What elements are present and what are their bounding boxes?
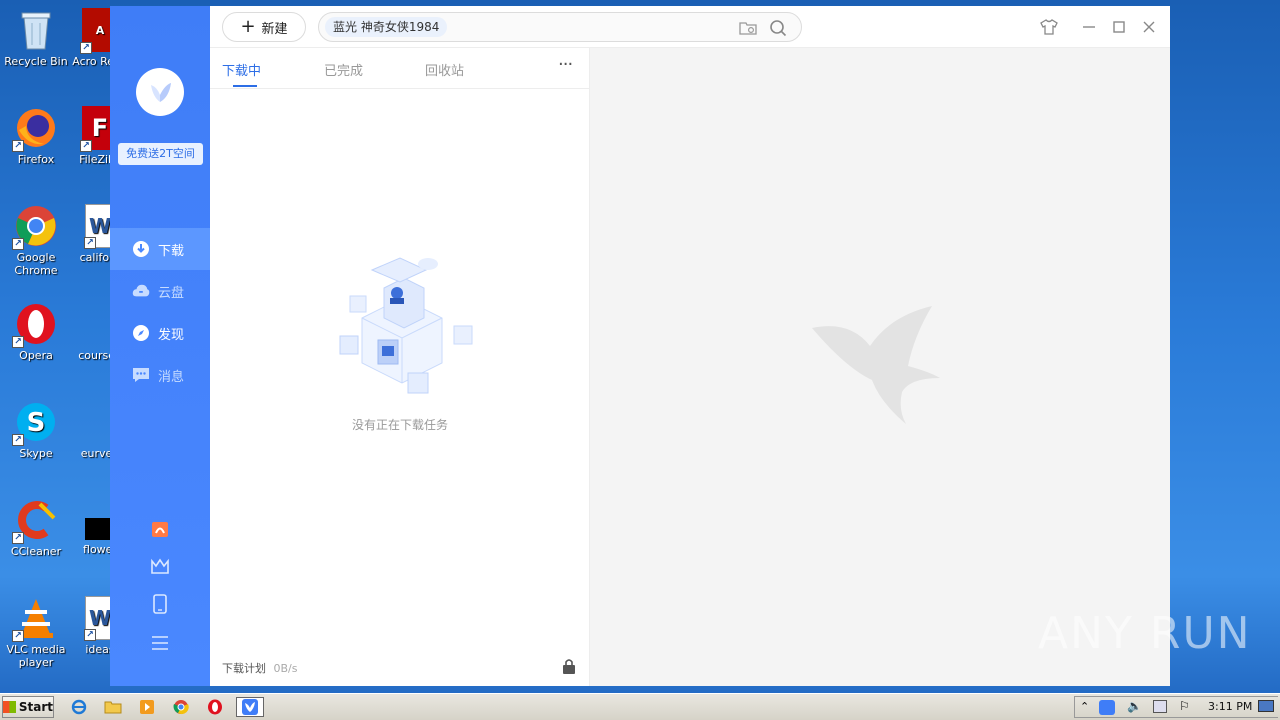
desktop-icon-firefox[interactable]: ↗ Firefox: [0, 106, 72, 166]
ccleaner-icon: ↗: [12, 498, 58, 544]
empty-state-text: 没有正在下载任务: [351, 418, 448, 432]
ie-icon[interactable]: [68, 697, 90, 717]
free-space-promo[interactable]: 免费送2T空间: [118, 143, 203, 165]
tray-thunder-icon[interactable]: [1099, 700, 1115, 715]
start-button[interactable]: Start: [2, 696, 54, 718]
volume-icon[interactable]: 🔈: [1127, 699, 1142, 713]
chrome-icon[interactable]: [170, 697, 192, 717]
gift-icon[interactable]: [148, 517, 172, 541]
skype-icon: S ↗: [12, 400, 58, 446]
desktop-icon-ccleaner[interactable]: ↗ CCleaner: [0, 498, 72, 558]
active-tab-indicator: [233, 85, 257, 87]
anyrun-watermark: ANY RUN: [1038, 608, 1252, 659]
desktop-icon-chrome[interactable]: ↗ Google Chrome: [0, 204, 72, 277]
crown-icon[interactable]: [148, 554, 172, 578]
empty-illustration: [322, 248, 482, 398]
desktop-icon-label: Firefox: [17, 153, 55, 166]
desktop-icon-recycle-bin[interactable]: Recycle Bin: [0, 8, 72, 68]
search-suggestion-tag[interactable]: 蓝光 神奇女侠1984: [325, 17, 448, 37]
cloud-icon: [132, 282, 150, 300]
network-icon[interactable]: [1153, 700, 1167, 713]
desktop-icon-opera[interactable]: ↗ Opera: [0, 302, 72, 362]
desktop-icon-label: Google Chrome: [14, 251, 58, 277]
download-list-pane: 下载中 已完成 回收站 ··· 没有正在下载任务 下载计划 0B/s: [210, 48, 590, 686]
thunder-taskbar-icon[interactable]: [236, 697, 264, 717]
desktop-icon-label: Opera: [19, 349, 53, 362]
firefox-icon: ↗: [12, 106, 58, 152]
top-toolbar: + 新建 蓝光 神奇女侠1984: [210, 6, 1170, 48]
close-icon[interactable]: [1140, 18, 1158, 36]
action-center-flag-icon[interactable]: ⚐: [1179, 699, 1190, 713]
new-task-label: 新建: [261, 21, 288, 37]
desktop-icon-label: Skype: [19, 447, 53, 460]
thunder-app-window: 免费送2T空间 下载 云盘 发现 消息 + 新建 蓝光 神奇女侠1984 下载中…: [110, 6, 1170, 686]
folder-star-icon[interactable]: [739, 19, 757, 37]
desktop-icon-vlc[interactable]: ↗ VLC media player: [0, 596, 72, 669]
compass-icon: [132, 324, 150, 342]
nav-label: 消息: [158, 369, 185, 385]
opera-icon: ↗: [12, 302, 58, 348]
search-input[interactable]: 蓝光 神奇女侠1984: [318, 12, 802, 42]
recycle-bin-icon: [14, 8, 58, 52]
sidebar: 免费送2T空间 下载 云盘 发现 消息: [110, 6, 210, 686]
desktop-icon-skype[interactable]: S ↗ Skype: [0, 400, 72, 460]
tablet-icon[interactable]: [148, 592, 172, 616]
message-icon: [132, 366, 150, 384]
nav-label: 发现: [158, 327, 185, 343]
vlc-icon: ↗: [12, 596, 58, 642]
download-plan-link[interactable]: 下载计划: [222, 662, 266, 675]
tab-recycle-bin[interactable]: 回收站: [425, 60, 464, 79]
svg-text:S: S: [27, 408, 46, 438]
nav-cloud[interactable]: 云盘: [110, 270, 210, 312]
nav-messages[interactable]: 消息: [110, 354, 210, 396]
download-tabs: 下载中 已完成 回收站 ···: [210, 48, 590, 89]
chrome-icon: ↗: [12, 204, 58, 250]
show-desktop-icon[interactable]: [1258, 700, 1274, 712]
desktop-icon-label: CCleaner: [10, 545, 62, 558]
new-task-button[interactable]: + 新建: [222, 12, 306, 42]
tab-downloading[interactable]: 下载中: [222, 60, 261, 79]
tab-completed[interactable]: 已完成: [324, 60, 363, 79]
download-footer: 下载计划 0B/s: [222, 660, 297, 676]
nav-download[interactable]: 下载: [110, 228, 210, 270]
app-logo[interactable]: [136, 68, 184, 116]
download-speed: 0B/s: [273, 662, 298, 675]
bird-watermark-icon: [810, 306, 940, 430]
skin-icon[interactable]: [1040, 18, 1058, 36]
windows-logo-icon: [3, 701, 16, 713]
nav-label: 下载: [158, 243, 185, 259]
minimize-icon[interactable]: [1080, 18, 1098, 36]
maximize-icon[interactable]: [1110, 18, 1128, 36]
menu-icon[interactable]: [148, 631, 172, 655]
desktop-icon-label: VLC media player: [6, 643, 66, 669]
media-player-icon[interactable]: [136, 697, 158, 717]
tray-expand-icon[interactable]: ⌃: [1080, 700, 1089, 713]
start-label: Start: [18, 700, 53, 714]
desktop-icon-label: Recycle Bin: [4, 55, 68, 68]
detail-pane: [590, 48, 1170, 686]
download-icon: [132, 240, 150, 258]
explorer-icon[interactable]: [102, 697, 124, 717]
taskbar: Start ⌃ 🔈 ⚐ 3:11 PM: [0, 693, 1280, 720]
plus-icon: +: [240, 16, 256, 37]
clock[interactable]: 3:11 PM: [1208, 700, 1252, 713]
nav-discover[interactable]: 发现: [110, 312, 210, 354]
opera-icon[interactable]: [204, 697, 226, 717]
search-icon[interactable]: [769, 19, 787, 37]
nav-label: 云盘: [158, 285, 185, 301]
lock-icon[interactable]: [562, 658, 576, 674]
more-options-button[interactable]: ···: [558, 54, 573, 75]
